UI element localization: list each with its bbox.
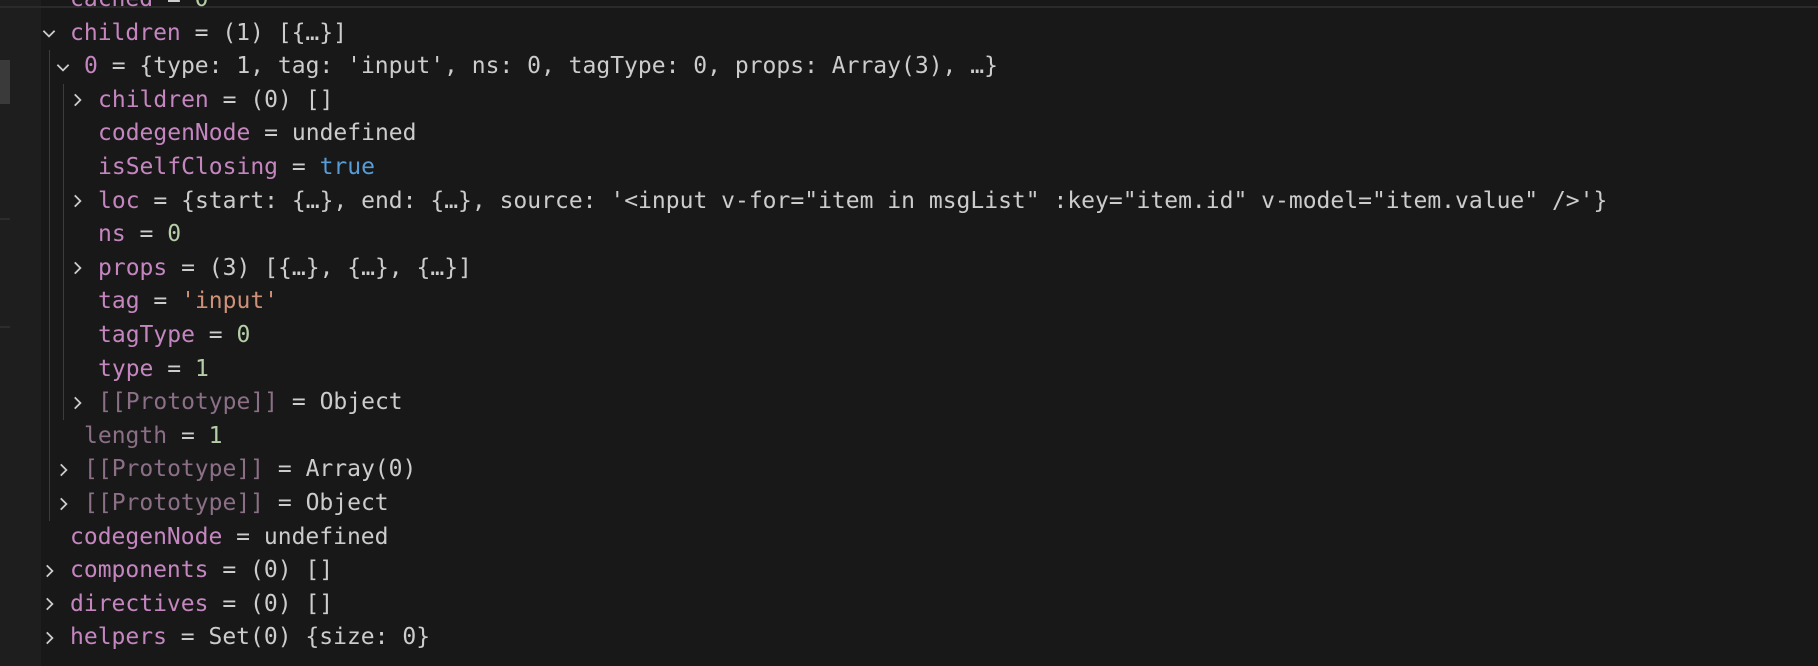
chevron-down-icon[interactable]: [54, 50, 84, 84]
tree-row[interactable]: tagType = 0: [68, 319, 250, 353]
chevron-right-icon[interactable]: [40, 621, 70, 655]
variable-value: Set(0) {size: 0}: [208, 624, 431, 651]
panel-gutter: [10, 0, 41, 666]
variable-value: 'input': [181, 288, 279, 315]
tree-row[interactable]: length = 1: [54, 420, 223, 454]
equals-sign: =: [166, 624, 209, 651]
indent-guide: [49, 50, 50, 521]
variable-name: cached: [70, 0, 153, 12]
equals-sign: =: [153, 0, 195, 12]
equals-sign: =: [208, 590, 251, 617]
chevron-right-icon[interactable]: [40, 588, 70, 622]
variable-value: 0: [236, 322, 251, 348]
variable-name: [[Prototype]]: [84, 456, 265, 483]
tree-row[interactable]: codegenNode = undefined: [40, 521, 389, 555]
tree-row[interactable]: [[Prototype]] = Object: [54, 487, 389, 521]
variable-value: (0) []: [250, 86, 334, 113]
variable-value: undefined: [291, 120, 417, 147]
variable-name: codegenNode: [70, 523, 223, 550]
variable-name: props: [98, 254, 168, 281]
activity-bar-divider: [0, 218, 10, 220]
equals-sign: =: [125, 221, 168, 248]
variable-value: Array(0): [305, 456, 417, 483]
activity-bar: [0, 0, 10, 666]
variable-name: [[Prototype]]: [98, 389, 279, 416]
variable-value: (1) [{…}]: [222, 19, 347, 46]
tree-row[interactable]: props = (3) [{…}, {…}, {…}]: [68, 252, 472, 286]
variable-name: [[Prototype]]: [84, 490, 265, 516]
equals-sign: =: [167, 254, 209, 281]
equals-sign: =: [180, 19, 223, 46]
equals-sign: =: [97, 53, 140, 80]
tree-row[interactable]: [[Prototype]] = Array(0): [54, 453, 416, 487]
equals-sign: =: [139, 187, 182, 214]
variable-value: 1: [194, 355, 209, 382]
equals-sign: =: [264, 490, 306, 516]
tree-row[interactable]: isSelfClosing = true: [68, 151, 375, 185]
chevron-right-icon[interactable]: [68, 252, 98, 286]
variable-name: children: [70, 19, 181, 46]
variable-name: components: [70, 557, 209, 584]
variable-name: ns: [98, 221, 126, 248]
equals-sign: =: [222, 523, 264, 550]
variable-value: {type: 1, tag: 'input', ns: 0, tagType: …: [139, 53, 998, 80]
tree-row[interactable]: children = (1) [{…}]: [40, 17, 347, 51]
tree-row[interactable]: 0 = {type: 1, tag: 'input', ns: 0, tagTy…: [54, 50, 998, 84]
chevron-right-icon[interactable]: [54, 453, 84, 487]
equals-sign: =: [167, 422, 209, 449]
tree-row[interactable]: codegenNode = undefined: [68, 117, 417, 151]
variable-name: children: [98, 86, 209, 113]
variable-name: codegenNode: [98, 120, 251, 147]
variable-value: Object: [305, 490, 389, 516]
variable-value: true: [319, 154, 375, 180]
variable-name: helpers: [70, 624, 167, 651]
equals-sign: =: [208, 86, 251, 113]
variable-value: (3) [{…}, {…}, {…}]: [208, 254, 472, 281]
tree-row[interactable]: helpers = Set(0) {size: 0}: [40, 621, 430, 655]
tree-row[interactable]: cached = 0: [40, 0, 209, 17]
variable-value: {start: {…}, end: {…}, source: '<input v…: [181, 187, 1608, 214]
chevron-down-icon[interactable]: [40, 17, 70, 51]
variable-value: (0) []: [250, 557, 334, 584]
equals-sign: =: [139, 288, 182, 315]
tree-row[interactable]: [[Prototype]] = Object: [68, 386, 403, 420]
tree-row[interactable]: components = (0) []: [40, 554, 333, 588]
panel-top-border: [0, 6, 1818, 8]
variable-name: isSelfClosing: [98, 154, 279, 180]
variable-name: loc: [98, 187, 140, 214]
variable-name: type: [98, 355, 154, 382]
chevron-right-icon[interactable]: [40, 554, 70, 588]
chevron-right-icon[interactable]: [68, 386, 98, 420]
variable-value: undefined: [263, 523, 389, 550]
equals-sign: =: [264, 456, 306, 483]
variable-value: 0: [195, 0, 209, 12]
variable-name: tagType: [98, 322, 195, 348]
equals-sign: =: [250, 120, 292, 147]
equals-sign: =: [278, 389, 320, 416]
variable-name: tag: [98, 288, 140, 315]
tree-row[interactable]: ns = 0: [68, 218, 181, 252]
tree-row[interactable]: type = 1: [68, 353, 209, 387]
chevron-right-icon[interactable]: [54, 487, 84, 521]
variable-value: Object: [319, 389, 403, 416]
variable-value: (0) []: [250, 590, 334, 617]
variable-name: length: [84, 422, 168, 449]
indent-guide: [63, 83, 64, 420]
tree-row[interactable]: children = (0) []: [68, 84, 333, 118]
variable-value: 1: [208, 422, 223, 449]
variable-value: 0: [167, 221, 182, 248]
chevron-right-icon[interactable]: [68, 84, 98, 118]
equals-sign: =: [194, 322, 237, 348]
tree-row[interactable]: loc = {start: {…}, end: {…}, source: '<i…: [68, 185, 1607, 219]
variable-name: directives: [70, 590, 209, 617]
equals-sign: =: [278, 154, 320, 180]
variable-name: 0: [84, 53, 98, 80]
equals-sign: =: [153, 355, 195, 382]
tree-row[interactable]: directives = (0) []: [40, 588, 333, 622]
chevron-right-icon[interactable]: [68, 185, 98, 219]
activity-bar-divider: [0, 326, 10, 328]
tree-row[interactable]: tag = 'input': [68, 285, 278, 319]
activity-bar-active-indicator: [0, 60, 10, 104]
equals-sign: =: [208, 557, 251, 584]
